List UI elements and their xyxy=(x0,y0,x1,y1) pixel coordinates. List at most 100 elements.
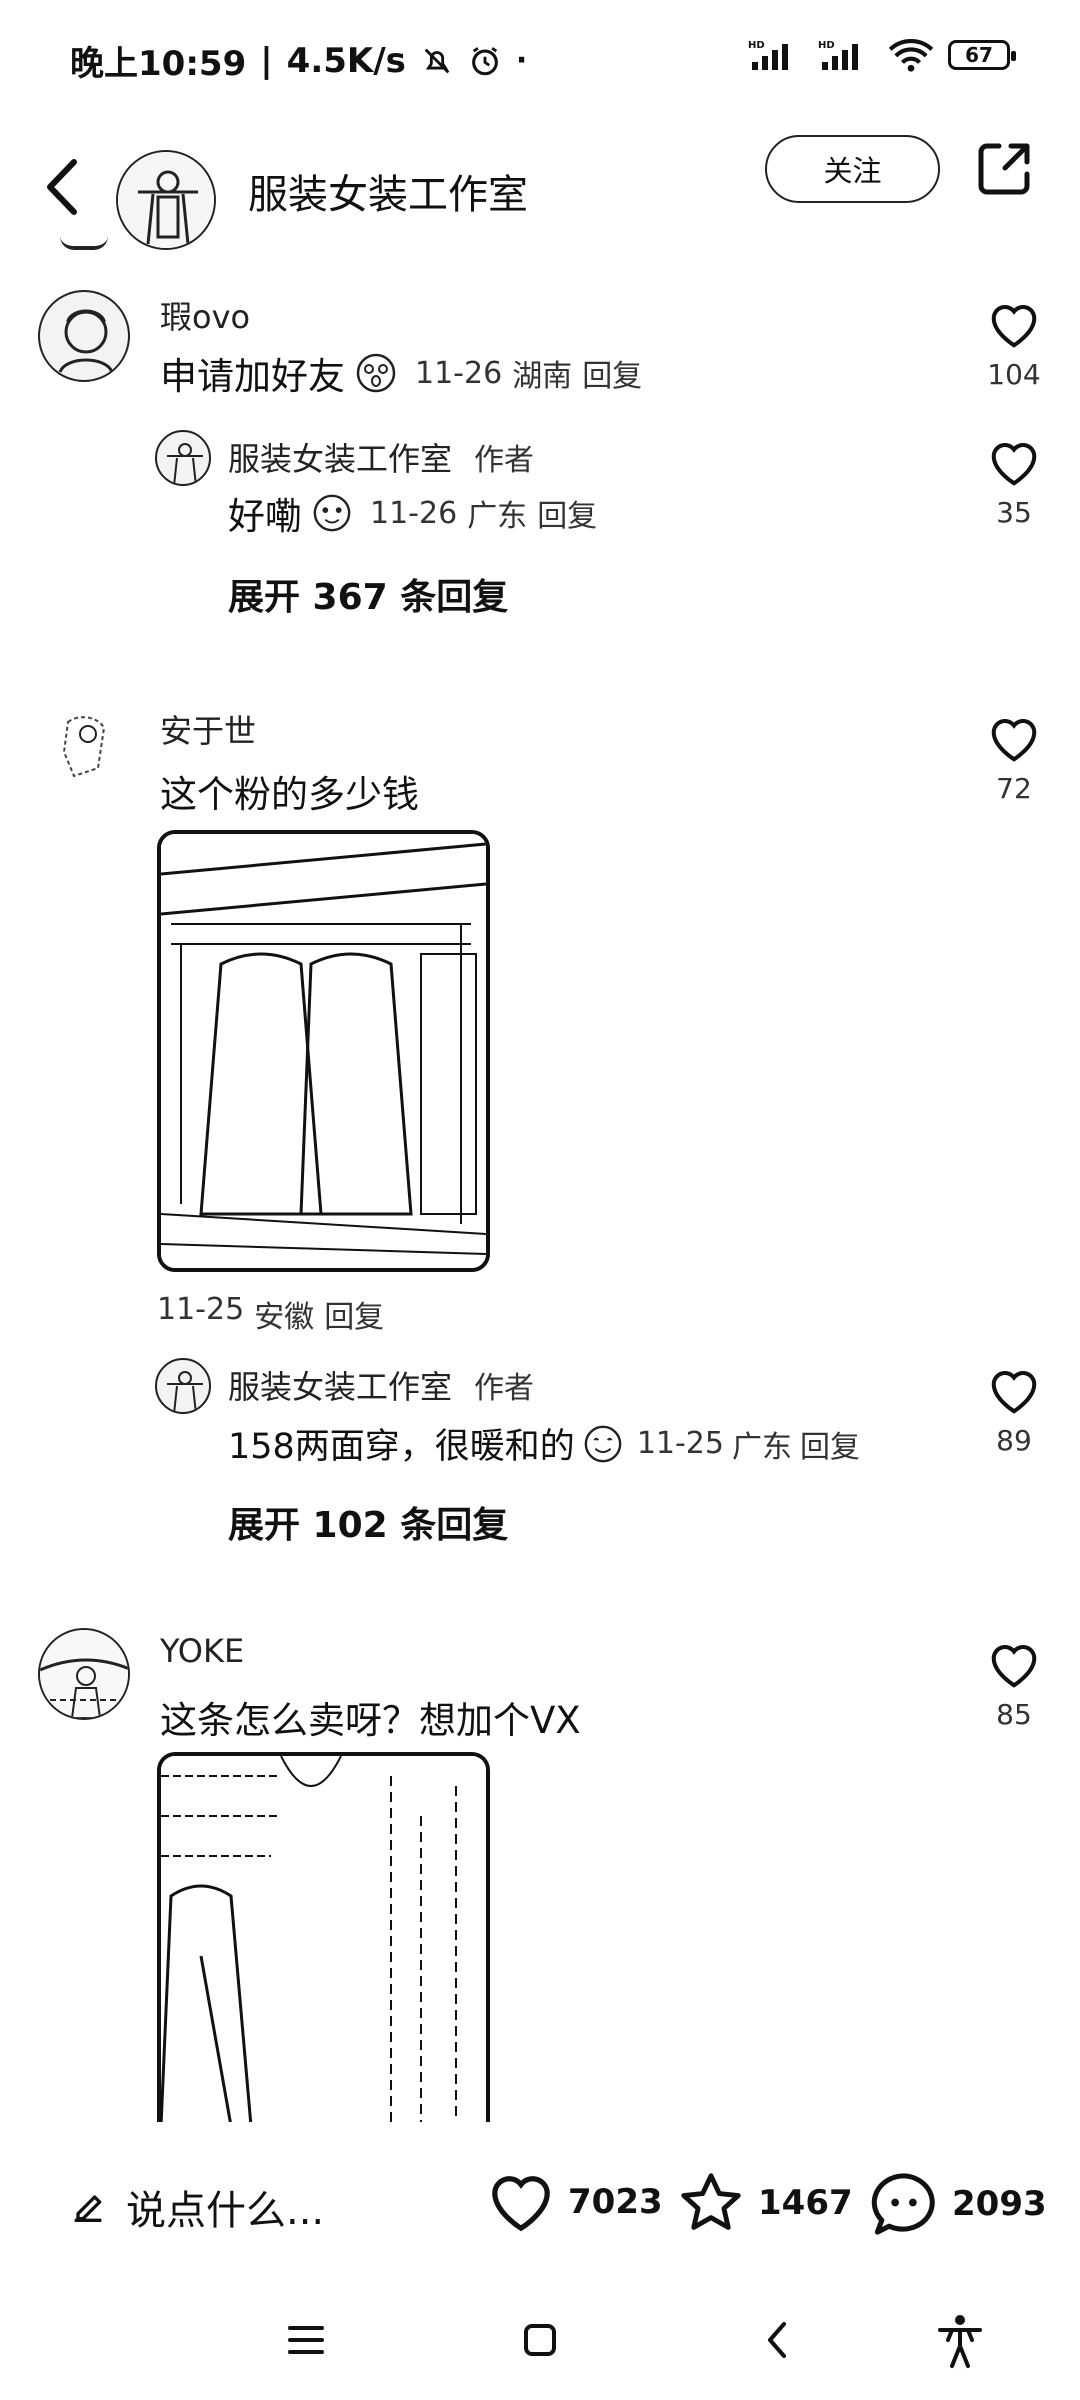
reply-like[interactable]: 89 xyxy=(974,1366,1054,1457)
favorite-action[interactable]: 1467 xyxy=(676,2170,853,2236)
like-total: 7023 xyxy=(568,2182,663,2222)
status-right: HD HD 67 xyxy=(748,38,1016,72)
like-action[interactable]: 7023 xyxy=(486,2170,663,2234)
accessibility-icon[interactable] xyxy=(930,2310,990,2370)
reply-link[interactable]: 回复 xyxy=(324,1292,384,1336)
comment-like[interactable]: 85 xyxy=(974,1640,1054,1731)
back-arrow-icon[interactable] xyxy=(32,142,92,232)
comment-meta: 11-25 安徽 回复 xyxy=(157,1292,384,1336)
author-tag: 作者 xyxy=(474,1371,535,1406)
status-divider: | xyxy=(260,40,273,81)
comment-like[interactable]: 72 xyxy=(974,714,1054,805)
heart-icon[interactable] xyxy=(987,438,1041,488)
avatar-image xyxy=(58,309,114,373)
system-nav-bar xyxy=(0,2270,1080,2400)
like-count: 89 xyxy=(996,1424,1032,1457)
comment-text: 申请加好友 xyxy=(160,355,345,398)
status-bar: 晚上10:59 | 4.5K/s · HD HD 67 xyxy=(0,0,1080,120)
reply-username[interactable]: 服装女装工作室 xyxy=(228,1362,452,1408)
heart-icon[interactable] xyxy=(486,2170,556,2234)
reply-text: 158两面穿，很暖和的 xyxy=(228,1427,575,1467)
comment-location: 湖南 xyxy=(512,359,573,394)
reply-body: 158两面穿，很暖和的 11-25 广东 回复 xyxy=(228,1418,860,1469)
avatar-image xyxy=(167,443,203,484)
status-left: 晚上10:59 | 4.5K/s · xyxy=(70,36,527,85)
comment-username[interactable]: 安于世 xyxy=(160,706,256,752)
reply-date: 11-25 xyxy=(636,1426,724,1461)
battery-icon: 67 xyxy=(948,40,1016,70)
reply-avatar[interactable] xyxy=(155,430,211,486)
notification-dot: · xyxy=(515,43,528,78)
star-icon[interactable] xyxy=(676,2170,746,2236)
comment-like[interactable]: 104 xyxy=(974,300,1054,391)
comment-body: 申请加好友 11-26 湖南 回复 xyxy=(160,346,642,400)
network-speed: 4.5K/s xyxy=(286,40,406,81)
comment-input-placeholder: 说点什么... xyxy=(126,2188,325,2234)
commenter-avatar[interactable] xyxy=(38,1628,130,1720)
like-count: 104 xyxy=(987,358,1041,391)
author-avatar[interactable] xyxy=(116,150,216,250)
reply-header: 服装女装工作室 作者 xyxy=(228,1362,534,1408)
signal-icon: HD xyxy=(748,40,788,70)
reply-username[interactable]: 服装女装工作室 xyxy=(228,434,452,480)
like-count: 35 xyxy=(996,496,1032,529)
comments-action[interactable]: 2093 xyxy=(868,2170,1047,2238)
reply-date: 11-26 xyxy=(370,495,458,531)
comment-total: 2093 xyxy=(952,2184,1047,2224)
follow-button[interactable]: 关注 xyxy=(765,135,940,203)
expand-replies-button[interactable]: 展开 367 条回复 xyxy=(228,568,508,620)
avatar-image xyxy=(40,1630,128,1718)
pencil-icon xyxy=(74,2195,102,2222)
menu-icon[interactable] xyxy=(276,2310,336,2370)
heart-icon[interactable] xyxy=(987,714,1041,764)
emoji-icon xyxy=(356,353,396,393)
heart-icon[interactable] xyxy=(987,1366,1041,1416)
back-icon[interactable] xyxy=(748,2310,808,2370)
svg-text:HD: HD xyxy=(818,40,835,51)
commenter-avatar[interactable] xyxy=(38,702,130,794)
comment-photo[interactable] xyxy=(157,830,490,1272)
comment-username[interactable]: YOKE xyxy=(160,1632,244,1670)
svg-text:HD: HD xyxy=(748,40,765,51)
heart-icon[interactable] xyxy=(987,1640,1041,1690)
commenter-avatar[interactable] xyxy=(38,290,130,382)
photo-image xyxy=(161,834,486,1268)
comment-text: 这条怎么卖呀？想加个VX xyxy=(160,1699,581,1742)
avatar-image xyxy=(167,1371,203,1412)
signal-icon-2: HD xyxy=(818,40,858,70)
reply-link[interactable]: 回复 xyxy=(800,1422,860,1466)
smile-emoji-icon xyxy=(584,1425,622,1462)
comment-date: 11-25 xyxy=(157,1292,245,1327)
reply-avatar[interactable] xyxy=(155,1358,211,1414)
battery-level: 67 xyxy=(965,43,993,67)
comment-username[interactable]: 瑕ovo xyxy=(160,292,250,338)
share-icon[interactable] xyxy=(975,138,1035,198)
wifi-icon xyxy=(888,39,934,72)
avatar-image xyxy=(118,152,214,248)
home-icon[interactable] xyxy=(510,2310,570,2370)
photo-image xyxy=(161,1756,486,2122)
reply-link[interactable]: 回复 xyxy=(537,491,597,535)
page-title: 服装女装工作室 xyxy=(248,172,528,218)
clock: 晚上10:59 xyxy=(70,44,247,84)
favorite-total: 1467 xyxy=(758,2183,853,2223)
comment-bubble-icon[interactable] xyxy=(868,2170,940,2238)
comment-text: 这个粉的多少钱 xyxy=(160,773,419,816)
comment-input[interactable]: 说点什么... xyxy=(68,2178,324,2236)
reply-body: 好嘞 11-26 广东 回复 xyxy=(228,486,597,540)
heart-icon[interactable] xyxy=(987,300,1041,350)
emoji-icon xyxy=(313,494,351,532)
reply-link[interactable]: 回复 xyxy=(582,351,642,395)
reply-header: 服装女装工作室 作者 xyxy=(228,434,534,480)
reply-like[interactable]: 35 xyxy=(974,438,1054,529)
bottom-action-bar: 说点什么... 7023 1467 2093 xyxy=(0,2130,1080,2260)
reply-text: 好嘞 xyxy=(228,495,302,538)
avatar-image xyxy=(38,702,130,794)
comment-photo[interactable] xyxy=(157,1752,490,2122)
like-count: 72 xyxy=(996,772,1032,805)
expand-replies-button[interactable]: 展开 102 条回复 xyxy=(228,1496,508,1548)
comment-location: 安徽 xyxy=(254,1300,315,1335)
reply-location: 广东 xyxy=(732,1429,792,1465)
alarm-icon xyxy=(471,46,498,75)
like-count: 85 xyxy=(996,1698,1032,1731)
